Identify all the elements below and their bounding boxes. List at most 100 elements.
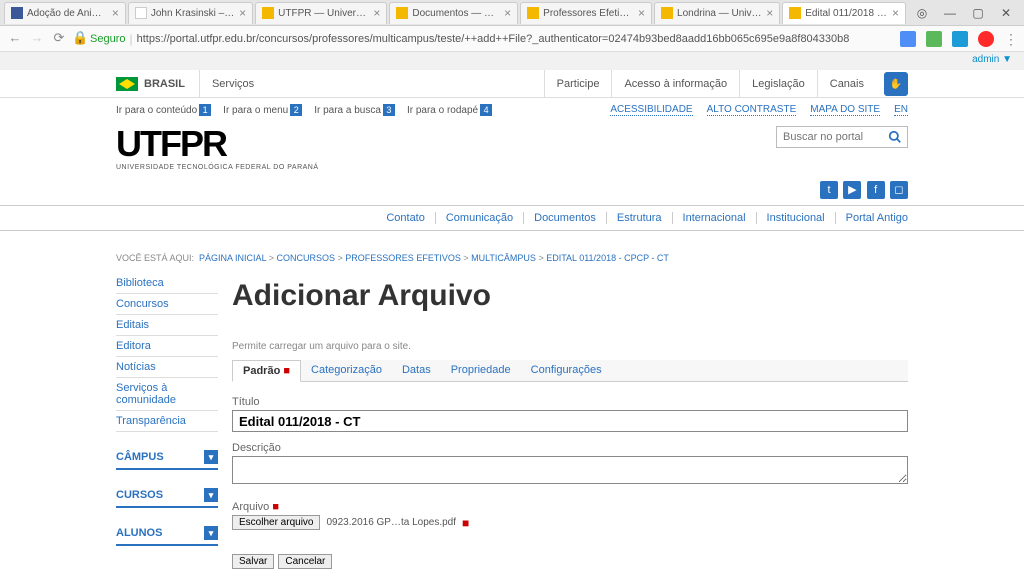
vlibras-icon[interactable]: ✋ bbox=[884, 72, 908, 96]
browser-tab[interactable]: Documentos — PPG Ciê...× bbox=[389, 2, 518, 24]
nav-estrutura[interactable]: Estrutura bbox=[607, 212, 673, 224]
twitter-icon[interactable]: t bbox=[820, 181, 838, 199]
gov-participate-link[interactable]: Participe bbox=[545, 78, 612, 90]
nav-institucional[interactable]: Institucional bbox=[757, 212, 836, 224]
breadcrumb-home[interactable]: PÁGINA INICIAL bbox=[199, 253, 266, 263]
browser-tab[interactable]: UTFPR — Universidade T...× bbox=[255, 2, 387, 24]
menu-icon[interactable]: ⋮ bbox=[1004, 31, 1018, 47]
sidebar-header-alunos[interactable]: ALUNOS▾ bbox=[116, 522, 218, 546]
tab-title: Londrina — Universidad... bbox=[677, 8, 762, 19]
browser-tab[interactable]: Professores Efetivos — U...× bbox=[520, 2, 652, 24]
ext-icon[interactable] bbox=[952, 31, 968, 47]
tab-title: Edital 011/2018 - CPCP... bbox=[805, 8, 888, 19]
browser-tab-active[interactable]: Edital 011/2018 - CPCP... × bbox=[782, 2, 906, 24]
tab-categorizacao[interactable]: Categorização bbox=[301, 360, 392, 381]
account-icon[interactable]: ◎ bbox=[908, 6, 936, 20]
skip-footer-link[interactable]: Ir para o rodapé4 bbox=[407, 104, 492, 116]
close-icon[interactable]: × bbox=[638, 6, 645, 20]
plone-admin-bar[interactable]: admin ▼ bbox=[0, 52, 1024, 70]
tab-datas[interactable]: Datas bbox=[392, 360, 441, 381]
high-contrast-link[interactable]: ALTO CONTRASTE bbox=[707, 104, 797, 116]
ext-icon[interactable] bbox=[926, 31, 942, 47]
descricao-label: Descrição bbox=[232, 442, 908, 454]
ext-icon[interactable] bbox=[900, 31, 916, 47]
ext-icon[interactable] bbox=[978, 31, 994, 47]
content-area: Biblioteca Concursos Editais Editora Not… bbox=[116, 273, 908, 569]
window-close-icon[interactable]: ✕ bbox=[992, 6, 1020, 20]
skip-search-link[interactable]: Ir para a busca3 bbox=[314, 104, 395, 116]
titulo-input[interactable] bbox=[232, 410, 908, 432]
site-header: UTFPR UNIVERSIDADE TECNOLÓGICA FEDERAL D… bbox=[116, 122, 908, 179]
descricao-input[interactable] bbox=[232, 456, 908, 484]
breadcrumb-link[interactable]: CONCURSOS bbox=[277, 253, 336, 263]
close-icon[interactable]: × bbox=[239, 6, 246, 20]
tab-configuracoes[interactable]: Configurações bbox=[521, 360, 612, 381]
sidebar-item-editora[interactable]: Editora bbox=[116, 336, 218, 357]
close-icon[interactable]: × bbox=[373, 6, 380, 20]
lang-en-link[interactable]: EN bbox=[894, 104, 908, 116]
close-icon[interactable]: × bbox=[892, 6, 899, 20]
nav-documentos[interactable]: Documentos bbox=[524, 212, 607, 224]
save-button[interactable]: Salvar bbox=[232, 554, 274, 569]
sidebar-item-biblioteca[interactable]: Biblioteca bbox=[116, 273, 218, 294]
accessibility-link[interactable]: ACESSIBILIDADE bbox=[610, 104, 692, 116]
social-links: t ▶ f ◻ bbox=[116, 179, 908, 205]
skip-menu-link[interactable]: Ir para o menu2 bbox=[223, 104, 302, 116]
sidebar-item-servicos[interactable]: Serviços à comunidade bbox=[116, 378, 218, 411]
reload-icon[interactable]: ⟳ bbox=[50, 30, 68, 48]
browser-tab[interactable]: Londrina — Universidad... × bbox=[654, 2, 780, 24]
admin-user-label[interactable]: admin ▼ bbox=[972, 54, 1012, 65]
tab-favicon-icon bbox=[789, 7, 801, 19]
instagram-icon[interactable]: ◻ bbox=[890, 181, 908, 199]
url-field[interactable]: https://portal.utfpr.edu.br/concursos/pr… bbox=[137, 33, 890, 45]
sidebar-header-campus[interactable]: CÂMPUS▾ bbox=[116, 446, 218, 470]
minimize-icon[interactable]: — bbox=[936, 6, 964, 20]
breadcrumb-current[interactable]: EDITAL 011/2018 - CPCP - CT bbox=[546, 253, 669, 263]
forward-icon[interactable]: → bbox=[28, 30, 46, 48]
breadcrumb-link[interactable]: MULTICÂMPUS bbox=[471, 253, 536, 263]
site-search bbox=[776, 126, 908, 148]
tab-propriedade[interactable]: Propriedade bbox=[441, 360, 521, 381]
gov-brand[interactable]: BRASIL bbox=[144, 78, 185, 90]
sidebar-header-label: CURSOS bbox=[116, 489, 163, 501]
skip-content-link[interactable]: Ir para o conteúdo1 bbox=[116, 104, 211, 116]
gov-services-link[interactable]: Serviços bbox=[200, 78, 266, 90]
address-bar: ← → ⟳ 🔒 Seguro | https://portal.utfpr.ed… bbox=[0, 26, 1024, 52]
extension-icons: ⋮ bbox=[890, 31, 1018, 47]
nav-comunicacao[interactable]: Comunicação bbox=[436, 212, 524, 224]
choose-file-button[interactable]: Escolher arquivo bbox=[232, 515, 320, 530]
tab-favicon-icon bbox=[135, 7, 147, 19]
browser-tab[interactable]: Adoção de Animais - C...× bbox=[4, 2, 126, 24]
breadcrumb-link[interactable]: PROFESSORES EFETIVOS bbox=[345, 253, 461, 263]
nav-antigo[interactable]: Portal Antigo bbox=[836, 212, 908, 224]
nav-internacional[interactable]: Internacional bbox=[673, 212, 757, 224]
form-panel: Título Descrição Arquivo ■ Escolher arqu… bbox=[232, 382, 908, 569]
sidebar-item-concursos[interactable]: Concursos bbox=[116, 294, 218, 315]
nav-contato[interactable]: Contato bbox=[376, 212, 436, 224]
logo[interactable]: UTFPR UNIVERSIDADE TECNOLÓGICA FEDERAL D… bbox=[116, 126, 319, 171]
back-icon[interactable]: ← bbox=[6, 30, 24, 48]
chevron-down-icon: ▾ bbox=[204, 488, 218, 502]
youtube-icon[interactable]: ▶ bbox=[843, 181, 861, 199]
tab-strip: Adoção de Animais - C...× John Krasinski… bbox=[0, 0, 1024, 26]
tab-padrao[interactable]: Padrão ■ bbox=[232, 360, 301, 382]
facebook-icon[interactable]: f bbox=[867, 181, 885, 199]
secure-label: Seguro bbox=[90, 33, 125, 45]
gov-info-link[interactable]: Acesso à informação bbox=[612, 78, 739, 90]
close-icon[interactable]: × bbox=[112, 6, 119, 20]
maximize-icon[interactable]: ▢ bbox=[964, 6, 992, 20]
sitemap-link[interactable]: MAPA DO SITE bbox=[810, 104, 880, 116]
browser-tab[interactable]: John Krasinski – Wikipé...× bbox=[128, 2, 253, 24]
sidebar-item-editais[interactable]: Editais bbox=[116, 315, 218, 336]
sidebar-item-transparencia[interactable]: Transparência bbox=[116, 411, 218, 432]
gov-channels-link[interactable]: Canais bbox=[818, 78, 876, 90]
titulo-label: Título bbox=[232, 396, 908, 408]
close-icon[interactable]: × bbox=[766, 6, 773, 20]
sidebar-header-cursos[interactable]: CURSOS ▾ bbox=[116, 484, 218, 508]
search-icon[interactable] bbox=[883, 126, 907, 148]
cancel-button[interactable]: Cancelar bbox=[278, 554, 332, 569]
gov-legis-link[interactable]: Legislação bbox=[740, 78, 817, 90]
close-icon[interactable]: × bbox=[504, 6, 511, 20]
search-input[interactable] bbox=[777, 131, 883, 143]
sidebar-item-noticias[interactable]: Notícias bbox=[116, 357, 218, 378]
